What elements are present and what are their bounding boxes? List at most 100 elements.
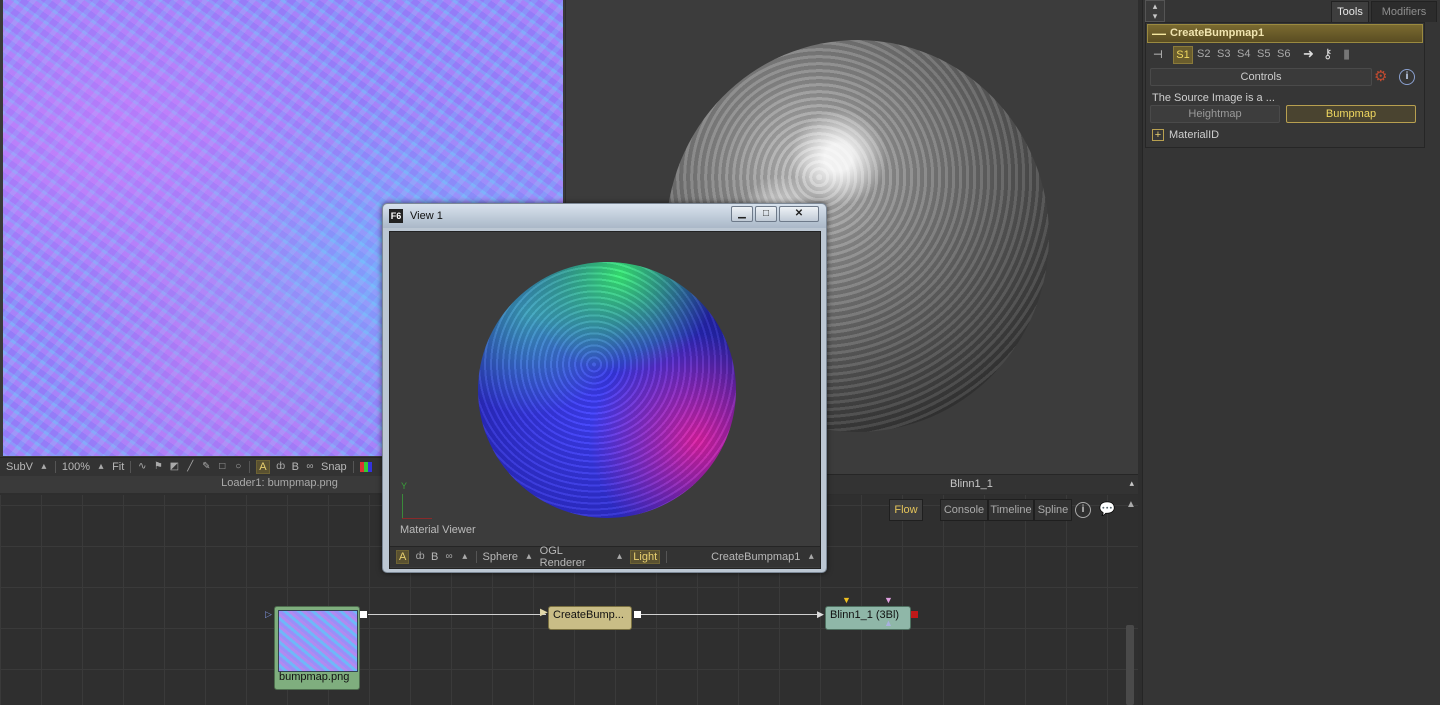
view1-title: View 1	[410, 210, 443, 222]
glasses-icon[interactable]: ∞	[444, 552, 454, 562]
y-axis-line	[402, 494, 403, 518]
tab-tools[interactable]: Tools	[1331, 1, 1369, 22]
tab-flow[interactable]: Flow	[889, 499, 923, 521]
key-icon[interactable]: ⚷	[1323, 46, 1333, 62]
scroll-up-icon[interactable]: ▲	[1126, 499, 1136, 510]
dropdown-arrow-icon[interactable]: ▴	[39, 462, 49, 472]
buffer-a-button[interactable]: A	[256, 460, 270, 474]
input-arrow-icon: ▷	[265, 609, 272, 619]
dropdown-arrow-icon[interactable]: ▴	[806, 552, 816, 562]
input-arrow-icon: ▶	[817, 609, 824, 619]
buffer-a-button[interactable]: A	[396, 550, 410, 564]
material-viewer-caption: Material Viewer	[400, 524, 476, 536]
tab-console[interactable]: Console	[940, 499, 988, 521]
output-port[interactable]	[911, 611, 918, 618]
material-sphere	[478, 262, 736, 518]
fit-button[interactable]: Fit	[112, 461, 124, 473]
createbumpmap-node[interactable]: CreateBump...	[548, 606, 632, 630]
right-viewer-caption: Blinn1_1	[950, 478, 993, 490]
viewer-tool-name: CreateBumpmap1	[711, 551, 801, 563]
ab-split-icon[interactable]: ȸ	[276, 462, 286, 472]
slot-s3[interactable]: S3	[1217, 48, 1230, 60]
view1-toolbar: A ȸ B ∞ ▴ Sphere ▴ OGL Renderer ▴ Light …	[390, 545, 820, 569]
light-toggle[interactable]: Light	[630, 550, 661, 564]
tab-timeline[interactable]: Timeline	[988, 499, 1034, 521]
blinn-node[interactable]: Blinn1_1 (3Bl)	[825, 606, 911, 630]
minimize-icon[interactable]: ▁	[731, 206, 753, 222]
input-triangle-icon[interactable]: ▼	[842, 595, 851, 605]
tab-modifiers[interactable]: Modifiers	[1371, 1, 1437, 22]
slot-s2[interactable]: S2	[1197, 48, 1210, 60]
view1-window[interactable]: F6 View 1 ▁ □ ✕ Y Material Viewer A ȸ B …	[382, 203, 827, 573]
app-badge-icon: F6	[389, 209, 403, 223]
dropdown-arrow-icon[interactable]: ▴	[1129, 478, 1134, 489]
arrow-right-icon[interactable]: ➜	[1303, 46, 1314, 62]
loader-node[interactable]: bumpmap.png	[274, 606, 360, 690]
maximize-icon[interactable]: □	[755, 206, 777, 222]
collapse-icon[interactable]: —	[1152, 25, 1166, 42]
divider	[54, 461, 56, 473]
curve-tool-icon[interactable]: ∿	[137, 462, 147, 472]
expand-icon[interactable]: +	[1152, 129, 1164, 141]
dropdown-arrow-icon[interactable]: ▴	[96, 462, 106, 472]
connection-wire	[368, 614, 546, 615]
tool-name: CreateBumpmap1	[1170, 27, 1265, 39]
source-image-label: The Source Image is a ...	[1152, 92, 1275, 104]
zoom-level[interactable]: 100%	[62, 461, 90, 473]
input-triangle-icon[interactable]: ▲	[884, 618, 893, 628]
material-id-label[interactable]: MaterialID	[1169, 129, 1219, 141]
output-port[interactable]	[634, 611, 641, 618]
divider	[352, 461, 354, 473]
ellipse-tool-icon[interactable]: ○	[233, 462, 243, 472]
tab-spline[interactable]: Spline	[1034, 499, 1072, 521]
tool-header[interactable]: — CreateBumpmap1	[1147, 24, 1423, 43]
lock-icon[interactable]: ▮	[1343, 46, 1350, 62]
slot-s6[interactable]: S6	[1277, 48, 1290, 60]
divider	[249, 461, 251, 473]
node-thumbnail	[278, 610, 358, 672]
input-triangle-icon[interactable]: ▼	[884, 595, 893, 605]
createbumpmap-node-label: CreateBump...	[553, 609, 624, 621]
controls-tab[interactable]: Controls	[1150, 68, 1372, 86]
subview-button[interactable]: SubV	[6, 461, 33, 473]
close-icon[interactable]: ✕	[779, 206, 819, 222]
connection-wire	[640, 614, 822, 615]
view1-titlebar[interactable]: F6 View 1 ▁ □ ✕	[383, 204, 826, 228]
dropdown-arrow-icon[interactable]: ▴	[524, 552, 534, 562]
output-port[interactable]	[360, 611, 367, 618]
buffer-b-button[interactable]: B	[292, 461, 299, 473]
info-icon[interactable]: i	[1075, 502, 1091, 518]
divider	[475, 551, 477, 563]
material-viewer[interactable]: Y Material Viewer A ȸ B ∞ ▴ Sphere ▴ OGL…	[389, 231, 821, 569]
pin-icon[interactable]: ⊣	[1153, 48, 1163, 61]
renderer-dropdown[interactable]: OGL Renderer	[540, 545, 609, 569]
buffer-b-button[interactable]: B	[431, 551, 438, 563]
slot-s5[interactable]: S5	[1257, 48, 1270, 60]
gear-icon[interactable]: ⚙	[1374, 67, 1387, 85]
tools-panel: ▴ ▾ Tools Modifiers — CreateBumpmap1 ⊣ S1…	[1142, 0, 1440, 705]
heightmap-option[interactable]: Heightmap	[1150, 105, 1280, 123]
info-icon[interactable]: i	[1399, 69, 1415, 85]
slot-s1[interactable]: S1	[1173, 46, 1193, 64]
ab-split-icon[interactable]: ȸ	[415, 552, 425, 562]
dropdown-arrow-icon[interactable]: ▴	[460, 552, 470, 562]
bumpmap-option[interactable]: Bumpmap	[1286, 105, 1416, 123]
snap-button[interactable]: Snap	[321, 461, 347, 473]
divider	[666, 551, 668, 563]
brush-tool-icon[interactable]: ✎	[201, 462, 211, 472]
paint-tool-icon[interactable]: ⚑	[153, 462, 163, 472]
gradient-tool-icon[interactable]: ◩	[169, 462, 179, 472]
flow-scrollbar[interactable]	[1126, 625, 1134, 705]
slot-s4[interactable]: S4	[1237, 48, 1250, 60]
axis-y-label: Y	[401, 481, 408, 491]
color-channel-icon[interactable]	[359, 462, 372, 472]
rectangle-tool-icon[interactable]: □	[217, 462, 227, 472]
loader-node-label: bumpmap.png	[279, 671, 350, 683]
dropdown-arrow-icon[interactable]: ▴	[615, 552, 625, 562]
sphere-dropdown[interactable]: Sphere	[483, 551, 518, 563]
slot-toolbar: ⊣ S1 S2 S3 S4 S5 S6 ➜ ⚷ ▮	[1151, 46, 1421, 64]
glasses-icon[interactable]: ∞	[305, 462, 315, 472]
speech-bubble-icon[interactable]: 💬	[1099, 501, 1115, 517]
line-tool-icon[interactable]: ╱	[185, 462, 195, 472]
panel-scroll-arrows-icon[interactable]: ▴ ▾	[1145, 0, 1165, 22]
